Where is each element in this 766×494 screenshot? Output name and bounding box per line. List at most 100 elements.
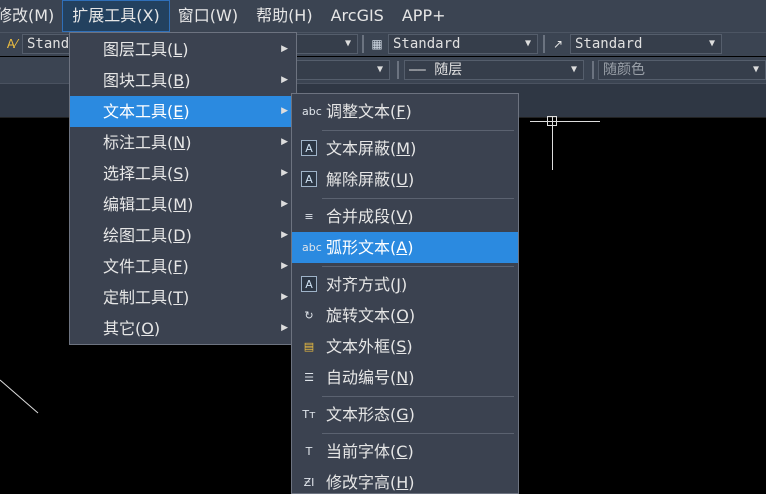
mleader-style-icon: ↗	[552, 37, 564, 51]
menu-item-key: M	[173, 195, 188, 214]
menu-item-label: 定制工具	[103, 288, 168, 307]
text-tools-submenu: abc 调整文本(F) A 文本屏蔽(M) A 解除屏蔽(U) ≡ 合并成段(V…	[291, 93, 519, 494]
submenu-arrow-icon: ▶	[281, 230, 288, 240]
menu-item-label: 标注工具	[103, 133, 168, 152]
chevron-down-icon: ▼	[752, 64, 759, 75]
menu-item-label: 文本外框	[326, 337, 391, 356]
submenu-arrow-icon: ▶	[281, 199, 288, 209]
menu-item-label: 文本屏蔽	[326, 139, 391, 158]
table-style-icon: ▦	[371, 37, 383, 51]
align-text-icon: A	[301, 276, 317, 292]
menu-item-key: G	[396, 405, 409, 424]
chevron-down-icon: ▼	[524, 38, 531, 49]
menu-item-label: 当前字体	[326, 442, 391, 461]
menu-item-edit-tools[interactable]: 编辑工具(M) ▶	[70, 189, 296, 220]
chevron-down-icon: ▼	[708, 38, 715, 49]
menu-item-text-frame[interactable]: ▤ 文本外框(S)	[292, 331, 518, 362]
menu-item-label: 选择工具	[103, 164, 168, 183]
menu-item-key: M	[396, 139, 411, 158]
menu-item-block-tools[interactable]: 图块工具(B) ▶	[70, 65, 296, 96]
menu-item-key: O	[396, 306, 409, 325]
menu-item-custom-tools[interactable]: 定制工具(T) ▶	[70, 282, 296, 313]
submenu-arrow-icon: ▶	[281, 44, 288, 54]
mleader-style-value: Standard	[575, 36, 643, 52]
menu-item-draw-tools[interactable]: 绘图工具(D) ▶	[70, 220, 296, 251]
unmask-icon: A	[301, 171, 317, 187]
menu-item-label: 绘图工具	[103, 226, 168, 245]
menu-item-label: 图块工具	[103, 71, 168, 90]
menu-item-current-font[interactable]: T 当前字体(C)	[292, 436, 518, 467]
menu-item-merge-paragraph[interactable]: ≡ 合并成段(V)	[292, 201, 518, 232]
chevron-down-icon: ▼	[376, 64, 383, 75]
menu-item-label: 修改字高	[326, 473, 391, 492]
toolbar-separator	[592, 61, 594, 79]
dim-style-combo[interactable]: ▼	[296, 34, 358, 54]
menu-item-label: 对齐方式	[326, 275, 391, 294]
menu-divider	[322, 198, 514, 199]
color-combo[interactable]: 随颜色 ▼	[598, 60, 766, 80]
menu-window[interactable]: 窗口(W)	[169, 1, 247, 31]
menu-item-arc-text[interactable]: abc 弧形文本(A)	[292, 232, 518, 263]
menu-item-key: A	[396, 238, 408, 257]
menu-item-text-tools[interactable]: 文本工具(E) ▶	[70, 96, 296, 127]
submenu-arrow-icon: ▶	[281, 106, 288, 116]
menu-item-unmask[interactable]: A 解除屏蔽(U)	[292, 164, 518, 195]
submenu-arrow-icon: ▶	[281, 75, 288, 85]
mleader-style-combo[interactable]: Standard ▼	[570, 34, 722, 54]
menu-item-label: 文本形态	[326, 405, 391, 424]
menu-item-select-tools[interactable]: 选择工具(S) ▶	[70, 158, 296, 189]
menu-item-key: D	[173, 226, 186, 245]
menu-item-text-mask[interactable]: A 文本屏蔽(M)	[292, 133, 518, 164]
menu-arcgis[interactable]: ArcGIS	[322, 1, 393, 31]
menu-item-key: N	[396, 368, 409, 387]
extended-tools-menu: 图层工具(L) ▶ 图块工具(B) ▶ 文本工具(E) ▶ 标注工具(N) ▶ …	[69, 32, 297, 345]
chevron-down-icon: ▼	[570, 64, 577, 75]
menu-item-file-tools[interactable]: 文件工具(F) ▶	[70, 251, 296, 282]
menu-item-label: 解除屏蔽	[326, 170, 391, 189]
chevron-down-icon: ▼	[344, 38, 351, 49]
menu-help[interactable]: 帮助(H)	[247, 1, 322, 31]
pickbox	[547, 116, 557, 126]
numbered-list-icon: ☰	[304, 371, 314, 384]
menu-item-text-height[interactable]: ƵI 修改字高(H)	[292, 467, 518, 494]
menu-divider	[322, 266, 514, 267]
menu-item-label: 文件工具	[103, 257, 168, 276]
menu-item-key: V	[396, 207, 408, 226]
menu-item-key: F	[396, 102, 406, 121]
menu-item-key: E	[173, 102, 184, 121]
menu-extended-tools[interactable]: 扩展工具(X)	[62, 0, 170, 32]
menu-modify[interactable]: 修改(M)	[0, 1, 63, 31]
menu-item-rotate-text[interactable]: ↻ 旋转文本(O)	[292, 300, 518, 331]
menu-item-key: S	[173, 164, 184, 183]
menu-item-alignment[interactable]: A 对齐方式(J)	[292, 269, 518, 300]
menu-item-text-form[interactable]: Tт 文本形态(G)	[292, 399, 518, 430]
menu-item-key: U	[396, 170, 408, 189]
menu-item-key: T	[173, 288, 184, 307]
menu-app-plus[interactable]: APP+	[393, 1, 455, 31]
rotate-text-icon: ↻	[304, 309, 314, 322]
menu-item-label: 编辑工具	[103, 195, 168, 214]
menu-item-auto-number[interactable]: ☰ 自动编号(N)	[292, 362, 518, 393]
toolbar-separator	[397, 61, 399, 79]
menu-divider	[322, 396, 514, 397]
text-frame-icon: ▤	[303, 340, 315, 353]
menu-item-key: J	[396, 275, 401, 294]
table-style-combo[interactable]: Standard ▼	[388, 34, 538, 54]
color-value: 随颜色	[603, 62, 645, 78]
menu-item-label: 其它	[103, 319, 136, 338]
menu-item-key: L	[173, 40, 183, 59]
text-style-icon: A⁄	[6, 37, 18, 51]
text-form-icon: Tт	[302, 408, 316, 421]
layer-combo[interactable]: ▼	[296, 60, 390, 80]
linetype-combo[interactable]: —— 随层 ▼	[404, 60, 584, 80]
menu-item-label: 调整文本	[326, 102, 391, 121]
menu-bar: 修改(M) 扩展工具(X) 窗口(W) 帮助(H) ArcGIS APP+	[0, 0, 766, 32]
menu-item-layer-tools[interactable]: 图层工具(L) ▶	[70, 34, 296, 65]
menu-item-key: F	[173, 257, 183, 276]
menu-item-label: 文本工具	[103, 102, 168, 121]
menu-item-adjust-text[interactable]: abc 调整文本(F)	[292, 96, 518, 127]
submenu-arrow-icon: ▶	[281, 323, 288, 333]
menu-item-other[interactable]: 其它(O) ▶	[70, 313, 296, 344]
table-style-value: Standard	[393, 36, 461, 52]
menu-item-dimension-tools[interactable]: 标注工具(N) ▶	[70, 127, 296, 158]
